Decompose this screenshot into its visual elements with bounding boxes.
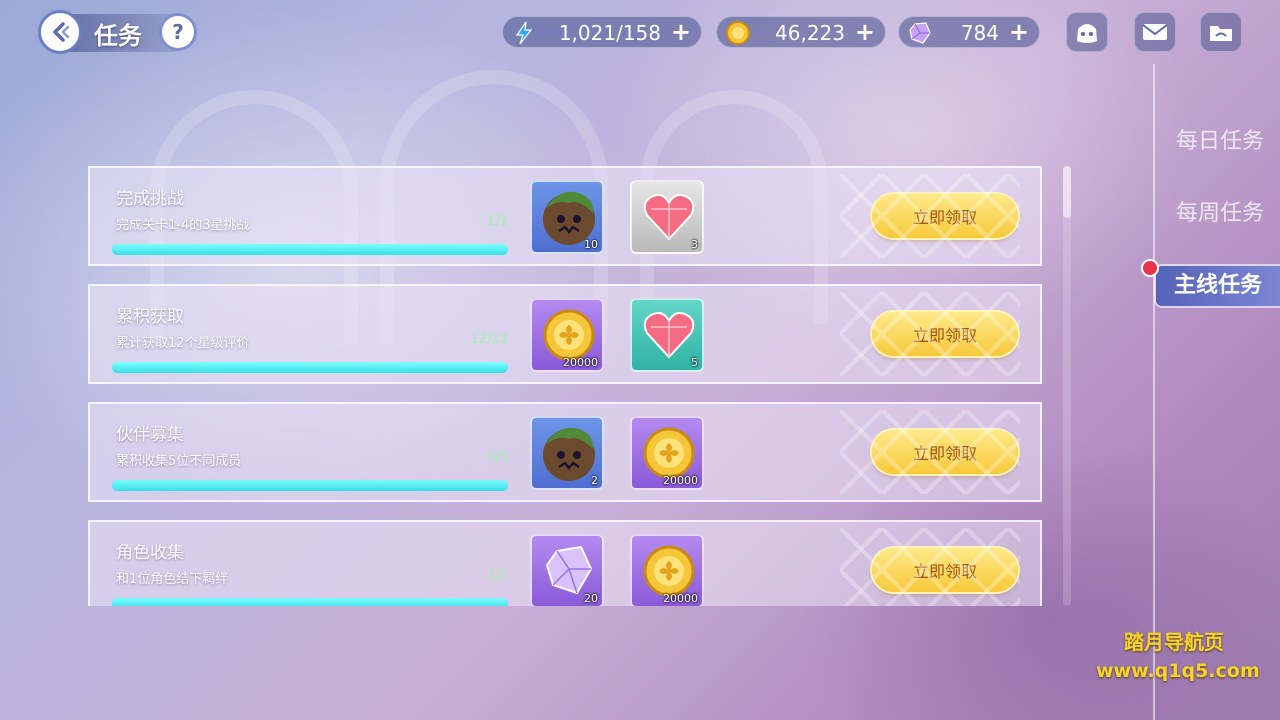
claim-button[interactable]: 立即领取	[872, 194, 1018, 238]
reward-count: 10	[584, 238, 598, 251]
folder-icon	[1210, 26, 1232, 41]
task-card: 伙伴募集 累积收集5位不同成员 5/5 2 20000 立即领取	[88, 402, 1042, 502]
bag-button[interactable]	[1066, 12, 1108, 52]
task-progress-text: 12/12	[470, 332, 508, 347]
mail-icon	[1142, 24, 1168, 40]
gold-counter: 46,223 +	[716, 16, 886, 48]
gold-coin-icon	[726, 21, 750, 45]
back-button[interactable]	[38, 10, 82, 54]
task-title: 完成挑战	[116, 189, 184, 209]
mail-button[interactable]	[1134, 12, 1176, 52]
reward-item[interactable]: 3	[630, 180, 704, 254]
task-description: 累计获取12个星级评价	[116, 336, 250, 351]
help-button[interactable]: ?	[162, 16, 194, 48]
reward-count: 20000	[663, 592, 698, 605]
watermark-title: 踏月导航页	[1124, 630, 1224, 654]
crystal-value: 784	[960, 21, 999, 45]
crystal-icon	[909, 22, 931, 44]
tab-daily-tasks[interactable]: 每日任务	[1160, 122, 1280, 162]
watermark-url: www.q1q5.com	[1096, 660, 1260, 682]
top-bar: 任务 ? 1,021/158 + 46,223 + 784 +	[0, 0, 1280, 64]
task-description: 和1位角色结下羁绊	[116, 572, 229, 587]
lightning-icon	[515, 21, 533, 45]
folder-button[interactable]	[1200, 12, 1242, 52]
reward-count: 5	[691, 356, 698, 369]
reward-count: 3	[691, 238, 698, 251]
task-list-scrollbar[interactable]	[1063, 166, 1071, 606]
reward-item[interactable]: 5	[630, 298, 704, 372]
stamina-value: 1,021/158	[558, 21, 661, 45]
task-list[interactable]: 完成挑战 完成关卡1-4的3星挑战 1/1 10 3 立即领取 累积获取 累计获…	[88, 166, 1042, 606]
reward-item[interactable]: 20	[530, 534, 604, 606]
progress-bar	[112, 598, 508, 606]
scroll-thumb[interactable]	[1063, 166, 1071, 218]
progress-fill	[112, 480, 508, 491]
add-gold-button[interactable]: +	[855, 18, 875, 46]
reward-item[interactable]: 20000	[630, 534, 704, 606]
task-title: 角色收集	[116, 543, 184, 563]
tree-monster-icon	[543, 427, 595, 481]
progress-bar	[112, 244, 508, 255]
task-title: 伙伴募集	[116, 425, 184, 445]
reward-count: 20000	[663, 474, 698, 487]
progress-bar	[112, 480, 508, 491]
page-title: 任务	[94, 22, 142, 50]
task-card: 角色收集 和1位角色结下羁绊 1/1 20 20000 立即领取	[88, 520, 1042, 606]
back-arrow-icon	[53, 22, 70, 42]
crystal-counter: 784 +	[898, 16, 1040, 48]
task-description: 完成关卡1-4的3星挑战	[116, 218, 250, 233]
task-card: 完成挑战 完成关卡1-4的3星挑战 1/1 10 3 立即领取	[88, 166, 1042, 266]
task-progress-text: 1/1	[487, 568, 508, 583]
add-crystal-button[interactable]: +	[1009, 18, 1029, 46]
reward-item[interactable]: 10	[530, 180, 604, 254]
heart-gem-icon	[643, 194, 695, 241]
task-progress-text: 5/5	[487, 450, 508, 465]
gold-value: 46,223	[775, 21, 845, 45]
reward-item[interactable]: 20000	[630, 416, 704, 490]
notification-dot	[1141, 259, 1159, 277]
tab-weekly-tasks[interactable]: 每周任务	[1160, 194, 1280, 234]
progress-fill	[112, 362, 508, 373]
claim-button[interactable]: 立即领取	[872, 312, 1018, 356]
task-card: 累积获取 累计获取12个星级评价 12/12 20000 5 立即领取	[88, 284, 1042, 384]
claim-button[interactable]: 立即领取	[872, 548, 1018, 592]
reward-count: 20000	[563, 356, 598, 369]
task-progress-text: 1/1	[487, 214, 508, 229]
task-description: 累积收集5位不同成员	[116, 454, 242, 469]
add-stamina-button[interactable]: +	[671, 18, 691, 46]
claim-button[interactable]: 立即领取	[872, 430, 1018, 474]
task-title: 累积获取	[116, 307, 184, 327]
reward-count: 20	[584, 592, 598, 605]
stamina-counter: 1,021/158 +	[502, 16, 702, 48]
progress-bar	[112, 362, 508, 373]
progress-fill	[112, 598, 508, 606]
progress-fill	[112, 244, 508, 255]
tab-rail	[1153, 64, 1155, 720]
bag-icon	[1077, 24, 1097, 43]
reward-item[interactable]: 2	[530, 416, 604, 490]
reward-count: 2	[591, 474, 598, 487]
tab-main-tasks[interactable]: 主线任务	[1156, 266, 1280, 306]
heart-gem-icon	[643, 312, 695, 359]
reward-item[interactable]: 20000	[530, 298, 604, 372]
